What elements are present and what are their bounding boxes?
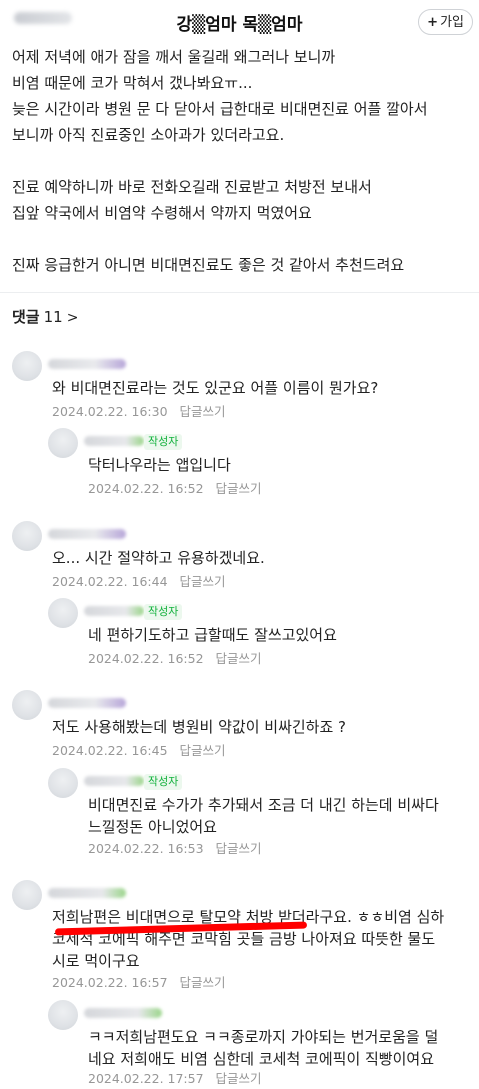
avatar[interactable] (48, 428, 78, 458)
comment-text: ㅋㅋ저희남편도요 ㅋㅋ종로까지 가야되는 번거로움을 덜 네요 저희애도 비염 … (88, 1028, 439, 1068)
divider (0, 292, 479, 293)
comment-date: 2024.02.22. 16:52 (88, 651, 204, 666)
nickname-blurred[interactable] (48, 698, 126, 708)
comment-date: 2024.02.22. 16:52 (88, 481, 204, 496)
comment-date: 2024.02.22. 16:44 (52, 574, 168, 589)
avatar[interactable] (12, 351, 42, 381)
author-badge: 작성자 (144, 434, 183, 450)
post-line: 늦은 시간이라 병원 문 다 닫아서 급한대로 비대면진료 어플 깔아서 (12, 100, 428, 118)
author-badge: 작성자 (144, 774, 183, 790)
join-button[interactable]: + 가입 (418, 9, 473, 35)
comment-date: 2024.02.22. 16:45 (52, 743, 168, 758)
comment-meta: 2024.02.22. 16:52 답글쓰기 (88, 478, 262, 497)
comment-date: 2024.02.22. 16:53 (88, 841, 204, 856)
comments-label: 댓글 (12, 308, 40, 326)
plus-icon: + (427, 15, 439, 30)
comment-text: 네 편하기도하고 급할때도 잘쓰고있어요 (88, 626, 337, 644)
reply-item: 작성자 비대면진료 수가가 추가돼서 조금 더 내긴 하는데 비싸다 느낄정돈 … (48, 768, 479, 858)
avatar[interactable] (12, 521, 42, 551)
avatar[interactable] (48, 1000, 78, 1030)
join-label: 가입 (440, 15, 464, 30)
reply-link[interactable]: 답글쓰기 (180, 743, 226, 758)
comment-text: 오... 시간 절약하고 유용하겠네요. (52, 549, 265, 567)
comment-item: 오... 시간 절약하고 유용하겠네요. 2024.02.22. 16:44 답글… (12, 521, 479, 591)
comment-item: 저도 사용해봤는데 병원비 약값이 비싸긴하죠 ? 2024.02.22. 16… (12, 690, 479, 760)
comment-text: 저도 사용해봤는데 병원비 약값이 비싸긴하죠 ? (52, 718, 347, 736)
nickname-blurred[interactable] (84, 1008, 162, 1018)
comment-meta: 2024.02.22. 16:52 답글쓰기 (88, 648, 262, 667)
chevron-right-icon: > (66, 310, 79, 326)
reply-link[interactable]: 답글쓰기 (216, 651, 262, 666)
comment-text: 와 비대면진료라는 것도 있군요 어플 이름이 뭔가요? (52, 379, 379, 397)
nickname-blurred[interactable] (48, 529, 126, 539)
post-line: 비염 때문에 코가 막혀서 갰나봐요ㅠ... (12, 74, 253, 92)
nickname-blurred[interactable] (84, 436, 144, 446)
avatar[interactable] (48, 598, 78, 628)
comment-date: 2024.02.22. 16:30 (52, 404, 168, 419)
reply-link[interactable]: 답글쓰기 (180, 404, 226, 419)
reply-link[interactable]: 답글쓰기 (180, 975, 226, 990)
comment-count: 11 (43, 308, 63, 326)
comment-text: 비대면진료 수가가 추가돼서 조금 더 내긴 하는데 비싸다 느낄정돈 아니었어… (88, 796, 439, 836)
post-line: 집앞 약국에서 비염약 수령해서 약까지 먹였어요 (12, 204, 312, 222)
comment-item: 와 비대면진료라는 것도 있군요 어플 이름이 뭔가요? 2024.02.22.… (12, 351, 479, 421)
reply-link[interactable]: 답글쓰기 (216, 1071, 262, 1086)
avatar[interactable] (12, 690, 42, 720)
post-body: 어제 저녁에 애가 잠을 깨서 울길래 왜그러나 보니까 비염 때문에 코가 막… (12, 44, 479, 278)
comment-meta: 2024.02.22. 16:30 답글쓰기 (52, 401, 226, 420)
post-line: 어제 저녁에 애가 잠을 깨서 울길래 왜그러나 보니까 (12, 48, 336, 66)
comment-meta: 2024.02.22. 16:53 답글쓰기 (88, 838, 262, 857)
reply-link[interactable]: 답글쓰기 (216, 481, 262, 496)
reply-link[interactable]: 답글쓰기 (216, 841, 262, 856)
reply-link[interactable]: 답글쓰기 (180, 574, 226, 589)
cafe-title: 강▒엄마 목▒엄마 (176, 15, 303, 35)
nickname-blurred[interactable] (84, 776, 144, 786)
nickname-blurred[interactable] (48, 888, 126, 898)
author-badge: 작성자 (144, 604, 183, 620)
comment-text: 닥터나우라는 앱입니다 (88, 456, 231, 474)
post-line: 보니까 아직 진료중인 소아과가 있더라고요. (12, 126, 285, 144)
comment-meta: 2024.02.22. 17:57 답글쓰기 (88, 1068, 262, 1087)
avatar[interactable] (12, 880, 42, 910)
comment-meta: 2024.02.22. 16:44 답글쓰기 (52, 571, 226, 590)
reply-item: 작성자 닥터나우라는 앱입니다 2024.02.22. 16:52 답글쓰기 (48, 428, 479, 498)
avatar[interactable] (48, 768, 78, 798)
comment-date: 2024.02.22. 17:57 (88, 1071, 204, 1086)
post-line: 진료 예약하니까 바로 전화오길래 진료받고 처방전 보내서 (12, 178, 372, 196)
comment-meta: 2024.02.22. 16:45 답글쓰기 (52, 740, 226, 759)
reply-item: 작성자 네 편하기도하고 급할때도 잘쓰고있어요 2024.02.22. 16:… (48, 598, 479, 668)
comment-text: 저희남편은 비대면으로 탈모약 처방 받더라구요. ㅎㅎ비염 심하 코세척 코에… (52, 908, 445, 970)
comment-date: 2024.02.22. 16:57 (52, 975, 168, 990)
nickname-blurred[interactable] (84, 606, 144, 616)
comment-meta: 2024.02.22. 16:57 답글쓰기 (52, 972, 226, 991)
post-line: 진짜 응급한거 아니면 비대면진료도 좋은 것 같아서 추천드려요 (12, 256, 405, 274)
comment-item: 저희남편은 비대면으로 탈모약 처방 받더라구요. ㅎㅎ비염 심하 코세척 코에… (12, 880, 479, 990)
nickname-blurred[interactable] (48, 359, 126, 369)
reply-item: ㅋㅋ저희남편도요 ㅋㅋ종로까지 가야되는 번거로움을 덜 네요 저희애도 비염 … (48, 1000, 479, 1089)
comments-toggle[interactable]: 댓글 11 > (12, 306, 78, 327)
top-header: 강▒엄마 목▒엄마 + 가입 (0, 0, 479, 44)
